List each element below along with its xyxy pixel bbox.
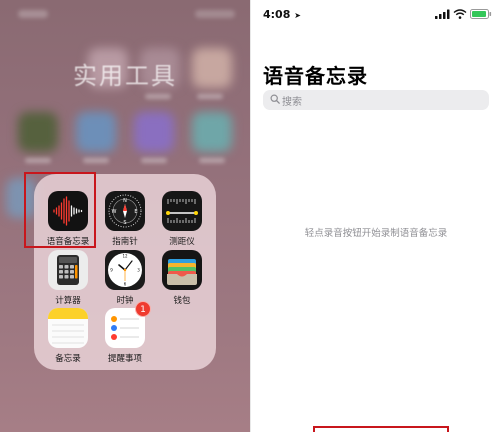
app-wallet[interactable]: 钱包 xyxy=(154,250,210,306)
app-label: 指南针 xyxy=(112,237,138,247)
app-label: 提醒事项 xyxy=(107,354,142,364)
blurred-status-bar xyxy=(18,10,48,18)
search-icon xyxy=(270,94,280,104)
svg-text:W: W xyxy=(112,209,117,215)
record-button-highlight[interactable] xyxy=(313,426,449,432)
battery-icon xyxy=(470,9,492,19)
empty-state-hint: 轻点录音按钮开始录制语音备忘录 xyxy=(304,228,448,239)
cellular-signal-icon xyxy=(435,9,450,19)
compass-icon: N S W E xyxy=(105,191,145,231)
ruler-icon xyxy=(162,191,202,231)
blurred-status-icons xyxy=(195,10,235,18)
page-title: 语音备忘录 xyxy=(263,64,368,88)
notes-icon xyxy=(48,308,88,348)
location-arrow-icon: ➤ xyxy=(294,11,301,20)
svg-text:3: 3 xyxy=(137,268,140,273)
blurred-app-label xyxy=(197,94,223,99)
blurred-app-icon xyxy=(192,112,232,152)
app-notes[interactable]: 备忘录 xyxy=(40,308,96,364)
app-reminders[interactable]: 1 提醒事项 xyxy=(97,301,153,364)
folder-title: 实用工具 xyxy=(73,62,177,90)
app-label: 备忘录 xyxy=(55,354,81,364)
svg-text:E: E xyxy=(134,209,137,215)
svg-text:12: 12 xyxy=(122,254,128,259)
app-clock[interactable]: 12 3 69 时钟 xyxy=(97,250,153,306)
app-voice-memos[interactable]: 语音备忘录 xyxy=(40,191,96,247)
blurred-app-label xyxy=(145,94,171,99)
search-input[interactable]: 搜索 xyxy=(263,90,489,110)
svg-text:N: N xyxy=(123,198,127,204)
voice-memos-screen: 4:08 ➤ 语音备忘录 搜索 轻点录音按钮开始录制语音备忘录 xyxy=(250,0,500,432)
app-label: 钱包 xyxy=(173,296,191,306)
home-screen-panel: 实用工具 语音备忘录 N S W E 指南针 测距仪 计算器 12 3 6 9 … xyxy=(0,0,250,432)
status-time-text: 4:08 xyxy=(263,8,291,21)
app-label: 测距仪 xyxy=(169,237,195,247)
app-label: 语音备忘录 xyxy=(46,237,90,247)
blurred-app-label xyxy=(25,158,51,163)
clock-icon: 12 3 6 9 xyxy=(105,250,145,290)
app-label: 计算器 xyxy=(55,296,81,306)
calculator-icon xyxy=(48,250,88,290)
blurred-app-icon xyxy=(134,112,174,152)
app-compass[interactable]: N S W E 指南针 xyxy=(97,191,153,247)
blurred-app-icon xyxy=(18,112,58,152)
blurred-app-label xyxy=(141,158,167,163)
blurred-app-label xyxy=(199,158,225,163)
notification-badge: 1 xyxy=(135,301,151,317)
app-calculator[interactable]: 计算器 xyxy=(40,250,96,306)
wifi-icon xyxy=(453,9,467,19)
status-time: 4:08 ➤ xyxy=(263,8,301,21)
blurred-app-icon xyxy=(6,178,36,218)
svg-text:9: 9 xyxy=(110,268,113,273)
utilities-folder[interactable]: 语音备忘录 N S W E 指南针 测距仪 计算器 12 3 6 9 时钟 钱包… xyxy=(34,174,216,370)
svg-text:S: S xyxy=(123,220,126,226)
svg-text:6: 6 xyxy=(124,282,127,287)
waveform-icon xyxy=(48,191,88,231)
status-icons xyxy=(435,8,492,20)
blurred-app-label xyxy=(83,158,109,163)
blurred-app-icon xyxy=(76,112,116,152)
search-placeholder: 搜索 xyxy=(282,97,302,108)
app-measure[interactable]: 测距仪 xyxy=(154,191,210,247)
wallet-icon xyxy=(162,250,202,290)
